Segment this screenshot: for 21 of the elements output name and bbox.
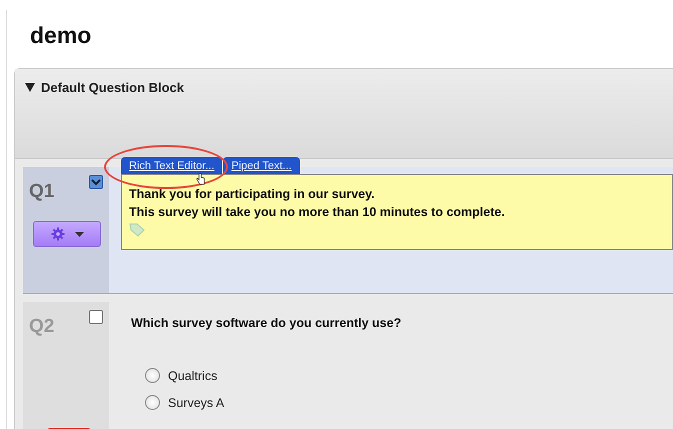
question-text: Thank you for participating in our survey. xyxy=(129,186,375,203)
gear-icon xyxy=(50,227,64,241)
question-number: Q1 xyxy=(29,181,54,203)
option-label: Qualtrics xyxy=(168,368,218,382)
hand-cursor-icon xyxy=(196,173,205,185)
editor-tab[interactable]: Rich Text Editor... xyxy=(121,157,222,174)
option-label: Surveys A xyxy=(168,396,224,410)
question-text: Which survey software do you currently use? xyxy=(131,316,402,330)
radio-button[interactable] xyxy=(145,368,160,383)
question-text-editor[interactable]: Thank you for participating in our survey. This survey will take you no more than 10 minutes to complete. xyxy=(121,174,673,250)
question-checkbox[interactable] xyxy=(89,175,103,189)
question-text: This survey will take you no more than 10 minutes to complete. xyxy=(129,204,505,221)
question-options-button[interactable] xyxy=(33,221,101,247)
collapse-triangle-icon[interactable] xyxy=(25,83,35,92)
page-title: demo xyxy=(30,22,92,50)
block-title: Default Question Block xyxy=(41,80,184,95)
question-number: Q2 xyxy=(29,316,54,338)
radio-button[interactable] xyxy=(145,395,160,410)
question-checkbox[interactable] xyxy=(89,310,103,324)
editor-tab[interactable]: Piped Text... xyxy=(223,157,300,174)
caret-icon xyxy=(74,232,84,236)
